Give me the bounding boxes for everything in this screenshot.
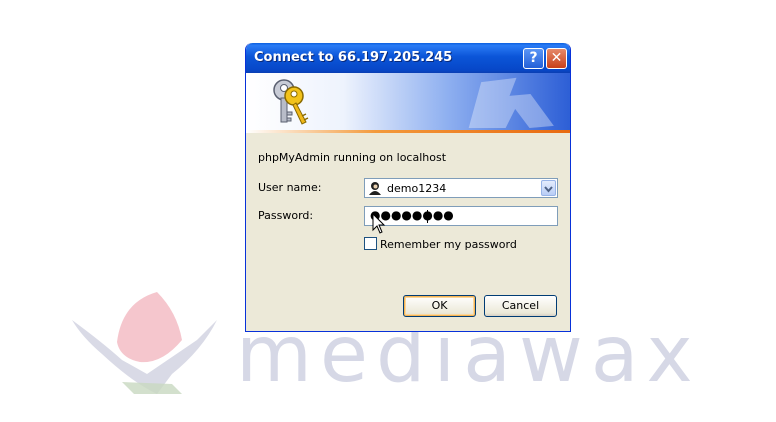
password-label: Password: <box>258 209 314 222</box>
username-combobox[interactable]: demo1234 <box>364 178 558 198</box>
username-label: User name: <box>258 181 322 194</box>
cancel-button[interactable]: Cancel <box>484 295 557 317</box>
username-value: demo1234 <box>387 182 447 195</box>
login-dialog: Connect to 66.197.205.245 ? ✕ phpMyAdmin… <box>245 43 571 332</box>
banner-divider <box>246 130 570 133</box>
banner-watermark-icon <box>468 77 554 129</box>
user-icon <box>369 182 381 195</box>
password-input[interactable]: ●●●●●●●● <box>364 206 558 226</box>
help-button[interactable]: ? <box>523 48 544 69</box>
ok-button[interactable]: OK <box>403 295 476 317</box>
remember-password-checkbox[interactable] <box>364 237 377 250</box>
realm-text: phpMyAdmin running on localhost <box>258 151 447 164</box>
dialog-titlebar[interactable]: Connect to 66.197.205.245 ? ✕ <box>246 43 570 73</box>
mouse-cursor-icon <box>372 213 386 234</box>
dropdown-button[interactable] <box>541 180 556 196</box>
chevron-down-icon <box>544 186 553 193</box>
keys-icon <box>273 79 309 125</box>
dialog-title: Connect to 66.197.205.245 <box>254 50 453 65</box>
dialog-banner <box>246 73 570 130</box>
mediawax-logo <box>72 292 217 394</box>
close-button[interactable]: ✕ <box>546 48 567 69</box>
text-caret <box>427 210 428 223</box>
remember-password-label[interactable]: Remember my password <box>380 238 517 251</box>
